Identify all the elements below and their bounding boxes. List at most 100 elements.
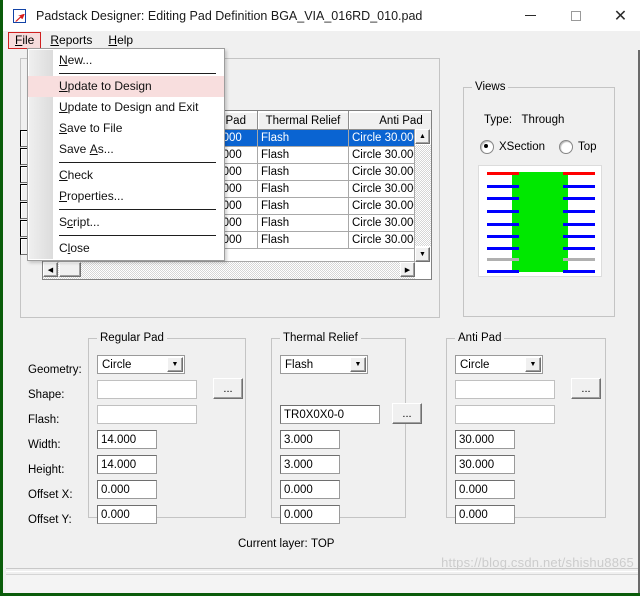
scroll-left-button[interactable]: ◀ xyxy=(43,262,58,277)
anti-pad-offset-y-input[interactable]: 0.000 xyxy=(455,505,515,524)
menu-item-check[interactable]: Check xyxy=(28,165,224,186)
anti-pad-geometry-select[interactable]: Circle ▼ xyxy=(455,355,543,374)
views-group-title: Views xyxy=(472,81,509,93)
thermal-relief-geometry-select[interactable]: Flash ▼ xyxy=(280,355,368,374)
regular-pad-group: Regular Pad Circle ▼ ... 14.000 14.000 0… xyxy=(88,332,246,524)
anti-pad-width-input[interactable]: 30.000 xyxy=(455,430,515,449)
xsection-layer-line xyxy=(563,258,595,261)
regular-pad-offset-x-input[interactable]: 0.000 xyxy=(97,480,157,499)
chevron-down-icon[interactable]: ▼ xyxy=(350,357,366,372)
thermal-relief-offset-x-input[interactable]: 0.000 xyxy=(280,480,340,499)
xsection-layer-line xyxy=(487,247,519,250)
chevron-down-icon[interactable]: ▼ xyxy=(525,357,541,372)
minimize-button[interactable] xyxy=(508,1,553,31)
regular-pad-offset-y-input[interactable]: 0.000 xyxy=(97,505,157,524)
menu-item-check-label: heck xyxy=(67,168,94,182)
padstack-designer-window: Padstack Designer: Editing Pad Definitio… xyxy=(0,0,640,596)
menu-reports-label: eports xyxy=(59,33,93,47)
anti-pad-shape-browse-button[interactable]: ... xyxy=(571,378,601,399)
thermal-relief-width-input[interactable]: 3.000 xyxy=(280,430,340,449)
close-icon: ✕ xyxy=(613,5,628,25)
xsection-layer-line xyxy=(563,270,595,273)
radio-indicator-icon xyxy=(559,140,574,154)
anti-pad-height-input[interactable]: 30.000 xyxy=(455,455,515,474)
menu-item-new[interactable]: New... xyxy=(28,50,224,71)
regular-pad-height-input[interactable]: 14.000 xyxy=(97,455,157,474)
radio-top[interactable]: Top xyxy=(559,140,597,154)
menu-item-save-as-label: Save xyxy=(59,142,90,156)
maximize-button[interactable] xyxy=(553,1,598,31)
xsection-layer-line xyxy=(563,223,595,226)
menu-separator xyxy=(59,209,216,210)
regular-pad-width-input[interactable]: 14.000 xyxy=(97,430,157,449)
scroll-right-button[interactable]: ▶ xyxy=(400,262,415,277)
menu-help[interactable]: Help xyxy=(101,32,140,49)
menu-item-close-label: ose xyxy=(70,241,90,255)
xsection-layer-line xyxy=(563,197,595,200)
anti-pad-title: Anti Pad xyxy=(455,332,505,344)
close-button[interactable]: ✕ xyxy=(598,1,640,31)
menu-item-properties[interactable]: Properties... xyxy=(28,186,224,207)
menu-separator xyxy=(59,162,216,163)
cell-thermal-relief: Flash xyxy=(257,197,349,215)
column-header-anti-pad[interactable]: Anti Pad xyxy=(348,111,431,130)
xsection-preview[interactable] xyxy=(478,165,602,277)
menu-item-save-to-file-label: ave to File xyxy=(67,121,123,135)
menu-item-update-to-design-label: pdate to Design xyxy=(67,79,152,93)
chevron-down-icon[interactable]: ▼ xyxy=(167,357,183,372)
thermal-relief-flash-input[interactable]: TR0X0X0-0 xyxy=(280,405,380,424)
xsection-layer-line xyxy=(487,210,519,213)
thermal-relief-height-input[interactable]: 3.000 xyxy=(280,455,340,474)
column-header-thermal-relief[interactable]: Thermal Relief xyxy=(257,111,349,130)
radio-xsection[interactable]: XSection xyxy=(480,140,545,154)
table-vertical-scrollbar[interactable]: ▲ ▼ xyxy=(414,129,431,262)
xsection-layer-line xyxy=(563,247,595,250)
regular-pad-shape-input[interactable] xyxy=(97,380,197,399)
menu-item-script[interactable]: Script... xyxy=(28,212,224,233)
current-layer-label: Current layer: xyxy=(238,538,308,550)
xsection-layer-line xyxy=(563,210,595,213)
menu-item-save-as[interactable]: Save As... xyxy=(28,139,224,160)
regular-pad-geometry-select[interactable]: Circle ▼ xyxy=(97,355,185,374)
menu-item-update-to-design-and-exit[interactable]: Update to Design and Exit xyxy=(28,97,224,118)
vertical-scroll-track[interactable] xyxy=(415,145,431,246)
regular-pad-geometry-value: Circle xyxy=(102,358,132,371)
menu-file[interactable]: File xyxy=(8,32,42,49)
view-type-label: Type: xyxy=(484,114,513,126)
menu-file-label: ile xyxy=(22,33,35,47)
thermal-relief-flash-browse-button[interactable]: ... xyxy=(392,403,422,424)
regular-pad-flash-input[interactable] xyxy=(97,405,197,424)
xsection-layer-line xyxy=(487,185,519,188)
cell-thermal-relief: Flash xyxy=(257,214,349,232)
anti-pad-offset-x-input[interactable]: 0.000 xyxy=(455,480,515,499)
bottom-strip xyxy=(6,574,640,593)
scroll-up-button[interactable]: ▲ xyxy=(415,129,430,144)
current-layer-value: TOP xyxy=(311,538,335,550)
table-horizontal-scrollbar[interactable]: ◀ ▶ xyxy=(43,261,415,279)
horizontal-scroll-thumb[interactable] xyxy=(59,262,81,277)
regular-pad-fields: Circle ▼ ... 14.000 14.000 0.000 0.000 xyxy=(97,355,243,530)
cell-thermal-relief: Flash xyxy=(257,163,349,181)
anti-pad-flash-input[interactable] xyxy=(455,405,555,424)
radio-indicator-icon xyxy=(480,140,494,154)
xsection-layer-line xyxy=(487,270,519,273)
menu-item-save-to-file[interactable]: Save to File xyxy=(28,118,224,139)
menu-item-update-to-design[interactable]: Update to Design xyxy=(28,76,224,97)
view-mode-radio-group: XSection Top xyxy=(480,140,597,154)
chevron-right-icon: ▶ xyxy=(404,266,411,274)
chevron-down-icon: ▼ xyxy=(419,251,426,258)
regular-pad-shape-browse-button[interactable]: ... xyxy=(213,378,243,399)
menu-item-update-to-design-and-exit-label: pdate to Design and Exit xyxy=(67,100,199,114)
file-dropdown-menu: New... Update to Design Update to Design… xyxy=(27,48,225,261)
menu-item-close[interactable]: Close xyxy=(28,238,224,259)
anti-pad-shape-input[interactable] xyxy=(455,380,555,399)
scroll-down-button[interactable]: ▼ xyxy=(415,247,430,262)
view-type-value: Through xyxy=(521,114,565,126)
anti-pad-fields: Circle ▼ ... 30.000 30.000 0.000 0.000 xyxy=(455,355,601,530)
thermal-relief-offset-y-input[interactable]: 0.000 xyxy=(280,505,340,524)
menu-reports[interactable]: Reports xyxy=(43,32,99,49)
xsection-layer-line xyxy=(487,197,519,200)
thermal-relief-group: Thermal Relief Flash ▼ TR0X0X0-0 ... 3.0… xyxy=(271,332,422,524)
menu-item-new-label: ew... xyxy=(67,53,93,67)
menu-item-script-label: ript... xyxy=(73,215,100,229)
